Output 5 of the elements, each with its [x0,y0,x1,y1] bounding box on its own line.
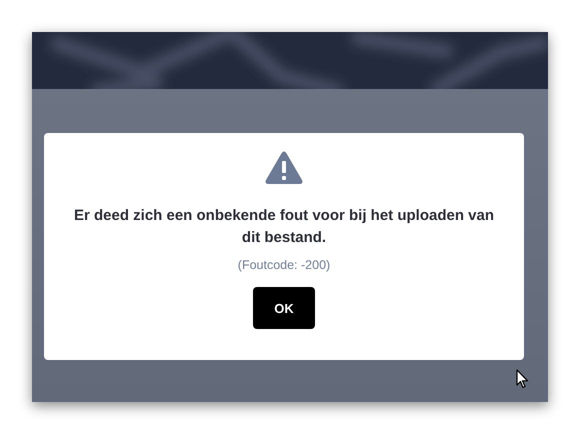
warning-icon [265,151,303,185]
error-code: (Foutcode: -200) [238,257,330,273]
ok-button[interactable]: OK [253,287,315,329]
cursor-icon [516,369,529,389]
error-message: Er deed zich een onbekende fout voor bij het uploaden van dit bestand. [72,206,496,248]
